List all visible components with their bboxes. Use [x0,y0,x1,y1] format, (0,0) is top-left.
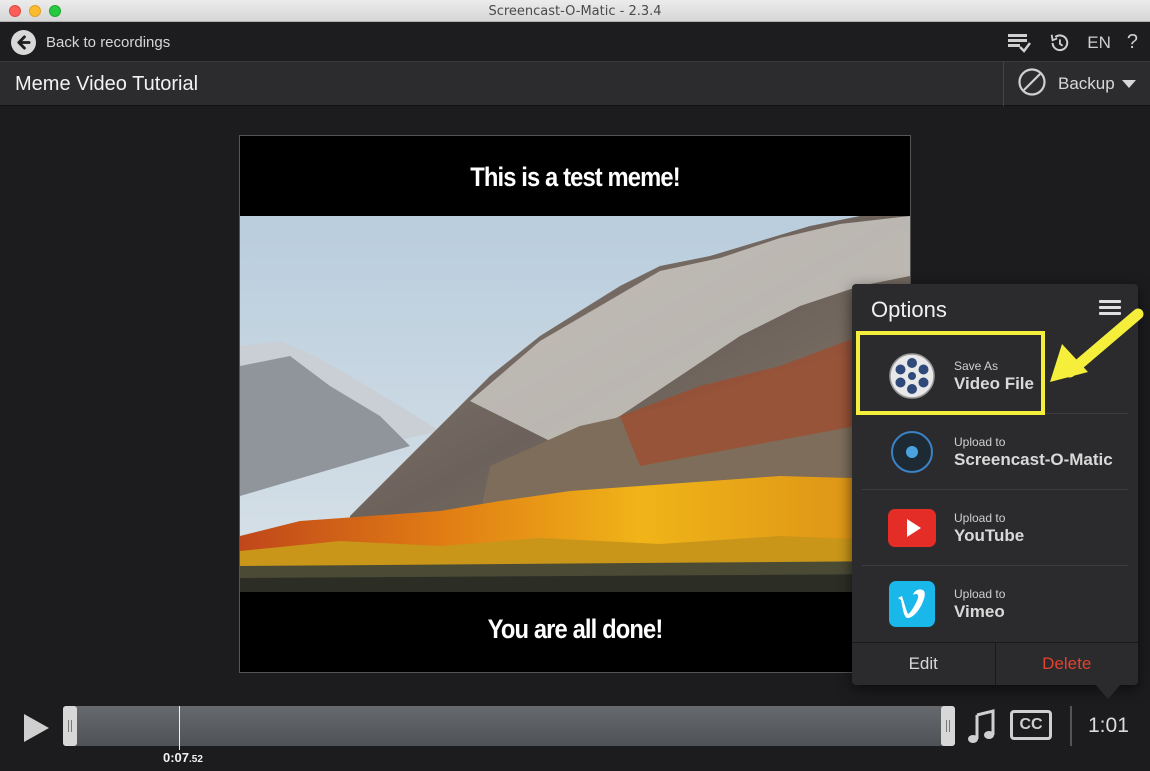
upload-youtube-option[interactable]: Upload to YouTube [862,490,1128,566]
window-title: Screencast-O-Matic - 2.3.4 [488,4,662,19]
backup-label: Backup [1058,74,1115,93]
back-arrow-icon [11,29,36,55]
project-title: Meme Video Tutorial [15,73,199,95]
timeline-start-handle[interactable] [63,706,77,746]
meme-top-caption: This is a test meme! [470,162,680,192]
current-time: 0:07.52 [163,750,203,765]
language-selector[interactable]: EN [1087,33,1111,53]
options-pointer [1094,683,1122,699]
chevron-down-icon [1121,80,1136,88]
checklist-icon[interactable] [1007,32,1032,54]
video-preview[interactable]: This is a test meme! You are all done! [239,135,911,673]
upload-screencast-o-matic-option[interactable]: Upload to Screencast-O-Matic [862,414,1128,490]
meme-bottom-caption: You are all done! [487,614,664,644]
upload-vimeo-option[interactable]: Upload to Vimeo [862,566,1128,642]
history-icon[interactable] [1047,32,1071,54]
options-title: Options [871,297,947,322]
highlight-box [856,331,1045,415]
no-backup-icon [1017,67,1047,102]
playback-controls: 0:07.52 CC 1:01 [0,704,1150,771]
back-to-recordings-label: Back to recordings [46,33,171,51]
play-icon[interactable] [21,712,51,744]
playhead[interactable] [179,706,180,750]
total-duration: 1:01 [1088,714,1129,737]
option-action-label: Upload to [954,435,1006,449]
screencast-o-matic-icon [891,431,933,473]
window-title-bar: Screencast-O-Matic - 2.3.4 [0,0,1150,22]
music-icon[interactable] [967,709,997,745]
youtube-icon [888,509,936,547]
option-target-label: Screencast-O-Matic [954,450,1113,469]
option-target-label: YouTube [954,526,1025,545]
vimeo-icon [889,581,935,627]
closed-captions-button[interactable]: CC [1010,710,1052,740]
current-time-fraction: .52 [189,754,203,765]
delete-button[interactable]: Delete [996,643,1139,685]
timeline-end-handle[interactable] [941,706,955,746]
timeline-scrubber[interactable] [63,706,955,750]
backup-dropdown[interactable]: Backup [1003,62,1150,106]
back-to-recordings-button[interactable]: Back to recordings [11,29,170,55]
top-toolbar: Back to recordings EN ? [0,22,1150,61]
option-target-label: Vimeo [954,602,1005,621]
mountain-landscape-image [240,216,910,592]
options-footer: Edit Delete [852,642,1138,685]
option-action-label: Upload to [954,587,1006,601]
help-icon[interactable]: ? [1127,31,1138,54]
edit-button[interactable]: Edit [852,643,996,685]
option-action-label: Upload to [954,511,1006,525]
yellow-arrow-icon [1050,308,1144,382]
controls-divider [1070,706,1072,746]
project-header: Meme Video Tutorial Backup [0,61,1150,106]
current-time-seconds: 0:07 [163,750,190,765]
